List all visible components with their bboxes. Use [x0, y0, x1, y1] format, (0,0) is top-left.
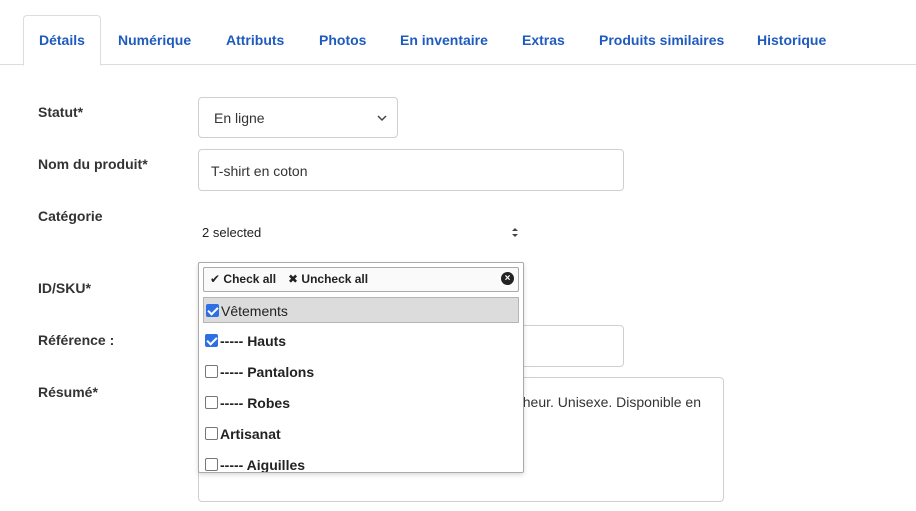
statut-select[interactable]: En ligne — [198, 97, 398, 138]
tab-bar: Détails Numérique Attributs Photos En in… — [0, 0, 916, 66]
uncheck-all-label: Uncheck all — [301, 272, 369, 286]
tab-produits-similaires[interactable]: Produits similaires — [599, 15, 724, 65]
checkbox[interactable] — [205, 458, 218, 471]
item-label: ----- Robes — [220, 395, 290, 411]
item-label: Vêtements — [221, 303, 288, 319]
item-label: Artisanat — [220, 426, 281, 442]
checkbox[interactable] — [205, 365, 218, 378]
categorie-dropdown: ✔ Check all ✖ Uncheck all × Vêtements --… — [198, 262, 524, 473]
statut-value: En ligne — [214, 110, 265, 126]
list-item[interactable]: ----- Robes — [203, 390, 519, 416]
nom-produit-input[interactable]: T-shirt en coton — [198, 149, 624, 191]
list-item[interactable]: ----- Hauts — [203, 328, 519, 354]
close-icon[interactable]: × — [501, 272, 514, 285]
checkbox[interactable] — [205, 427, 218, 440]
list-item[interactable]: ----- Pantalons — [203, 359, 519, 385]
updown-arrows-icon — [512, 214, 518, 268]
dropdown-header: ✔ Check all ✖ Uncheck all × — [203, 267, 519, 292]
tab-photos[interactable]: Photos — [319, 15, 366, 65]
resume-label: Résumé* — [38, 384, 98, 400]
item-label: ----- Aiguilles — [220, 457, 306, 473]
item-label: ----- Pantalons — [220, 364, 315, 380]
tab-extras[interactable]: Extras — [522, 15, 565, 65]
tab-details[interactable]: Détails — [23, 15, 101, 66]
checkbox[interactable] — [205, 334, 218, 347]
tab-en-inventaire[interactable]: En inventaire — [400, 15, 488, 65]
checkbox[interactable] — [205, 396, 218, 409]
chevron-down-icon — [377, 98, 387, 156]
check-icon: ✔ — [210, 272, 221, 286]
uncheck-all-button[interactable]: ✖ Uncheck all — [288, 272, 368, 286]
checkbox[interactable] — [206, 304, 219, 317]
list-item[interactable]: ----- Aiguilles — [203, 452, 519, 473]
list-item[interactable]: Artisanat — [203, 421, 519, 447]
reference-label: Référence : — [38, 332, 115, 348]
check-all-button[interactable]: ✔ Check all — [210, 272, 276, 286]
item-label: ----- Hauts — [220, 333, 287, 349]
statut-label: Statut* — [38, 104, 84, 120]
resume-text: cheur. Unisexe. Disponible en — [515, 394, 701, 410]
categorie-multiselect[interactable]: 2 selected — [198, 214, 524, 252]
tab-numerique[interactable]: Numérique — [118, 15, 191, 65]
tab-historique[interactable]: Historique — [757, 15, 826, 65]
check-all-label: Check all — [223, 272, 277, 286]
cross-icon: ✖ — [288, 272, 299, 286]
tab-attributs[interactable]: Attributs — [226, 15, 284, 65]
categorie-value: 2 selected — [202, 225, 262, 240]
sku-label: ID/SKU* — [38, 280, 91, 296]
categorie-label: Catégorie — [38, 208, 103, 224]
nom-produit-label: Nom du produit* — [38, 156, 148, 172]
list-item[interactable]: Vêtements — [203, 297, 519, 323]
